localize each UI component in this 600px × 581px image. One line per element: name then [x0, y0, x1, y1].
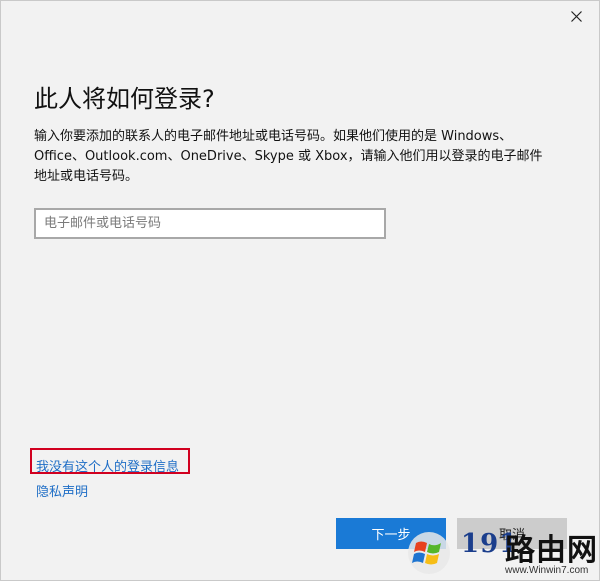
close-button[interactable]: [553, 1, 599, 31]
close-icon: [570, 10, 582, 22]
next-button[interactable]: 下一步: [336, 518, 446, 549]
no-signin-info-link[interactable]: 我没有这个人的登录信息: [36, 456, 179, 475]
watermark-url: www.Winwin7.com: [505, 565, 589, 576]
instructions-text: 输入你要添加的联系人的电子邮件地址或电话号码。如果他们使用的是 Windows、…: [34, 129, 543, 184]
cancel-button[interactable]: 取消: [457, 518, 567, 549]
email-or-phone-input[interactable]: [34, 208, 386, 239]
page-title: 此人将如何登录?: [34, 85, 215, 113]
privacy-statement-link[interactable]: 隐私声明: [36, 481, 88, 500]
dialog-window: 此人将如何登录? 输入你要添加的联系人的电子邮件地址或电话号码。如果他们使用的是…: [0, 0, 600, 581]
